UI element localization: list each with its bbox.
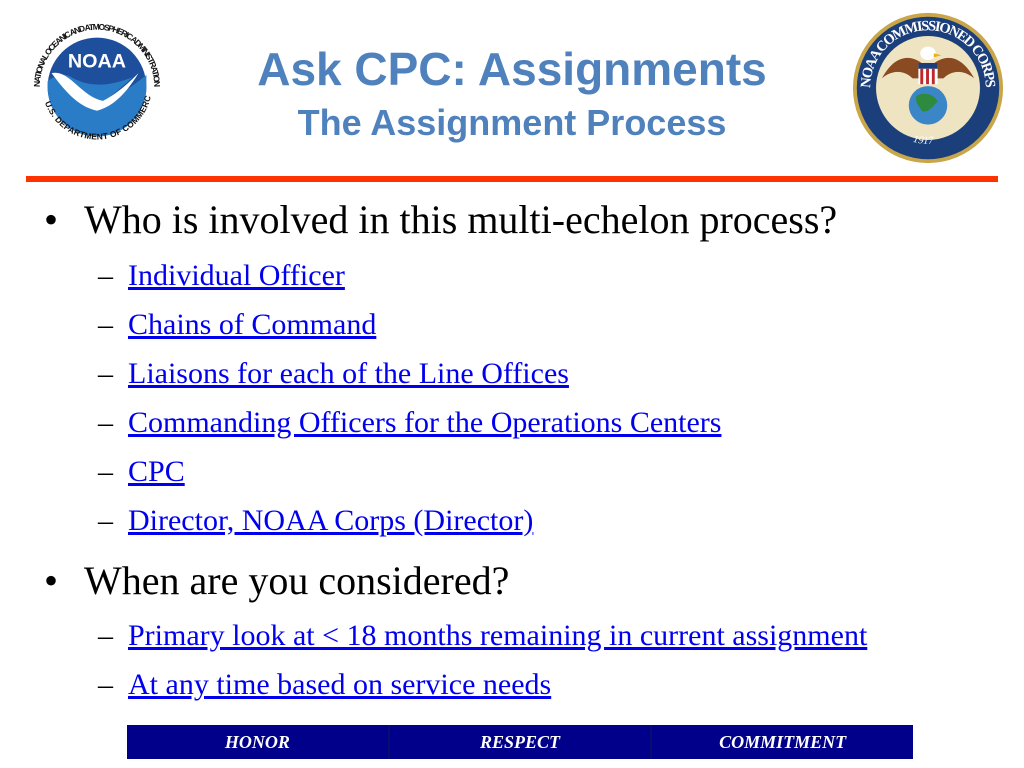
- dash-icon: –: [98, 668, 113, 701]
- link-service-needs[interactable]: At any time based on service needs: [128, 668, 551, 702]
- link-cpc[interactable]: CPC: [128, 455, 185, 489]
- dash-icon: –: [98, 259, 113, 292]
- header-divider: [26, 176, 998, 182]
- dash-icon: –: [98, 455, 113, 488]
- link-director[interactable]: Director, NOAA Corps (Director): [128, 504, 533, 538]
- dash-icon: –: [98, 357, 113, 390]
- noaa-logo-text: NOAA: [68, 50, 126, 72]
- value-respect: RESPECT: [390, 725, 653, 759]
- link-commanding-officers[interactable]: Commanding Officers for the Operations C…: [128, 406, 721, 440]
- dash-icon: –: [98, 406, 113, 439]
- link-primary-look[interactable]: Primary look at < 18 months remaining in…: [128, 619, 867, 653]
- dash-icon: –: [98, 308, 113, 341]
- core-values-banner: HONOR RESPECT COMMITMENT: [127, 725, 913, 759]
- page-title: Ask CPC: Assignments: [257, 43, 767, 95]
- page-subtitle: The Assignment Process: [297, 102, 727, 143]
- dash-icon: –: [98, 619, 113, 652]
- noaa-logo: NOAA NATIONAL OCEANIC AND ATMOSPHERIC AD…: [18, 8, 175, 165]
- dash-icon: –: [98, 504, 113, 537]
- svg-text:1917: 1917: [912, 134, 935, 147]
- value-commitment: COMMITMENT: [719, 731, 847, 752]
- bullet-icon: •: [44, 558, 59, 603]
- link-chains-of-command[interactable]: Chains of Command: [128, 308, 376, 342]
- noaa-corps-seal: NOAA COMMISSIONED CORPS 1917: [852, 12, 1004, 164]
- link-liaisons[interactable]: Liaisons for each of the Line Offices: [128, 357, 569, 391]
- value-honor: HONOR: [127, 725, 390, 759]
- bullet-icon: •: [44, 197, 59, 242]
- link-individual-officer[interactable]: Individual Officer: [128, 259, 345, 293]
